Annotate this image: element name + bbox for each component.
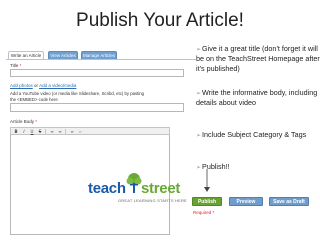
strike-button[interactable]: S bbox=[37, 129, 43, 134]
bold-button[interactable]: B bbox=[13, 129, 19, 134]
slide-title: Publish Your Article! bbox=[76, 10, 244, 31]
link-icon[interactable]: ∞ bbox=[69, 129, 75, 134]
italic-button[interactable]: I bbox=[21, 129, 27, 134]
embed-code-input[interactable] bbox=[10, 103, 184, 112]
preview-button[interactable]: Preview bbox=[229, 197, 263, 206]
list-item: ➢Write the informative body, including d… bbox=[196, 88, 318, 108]
list-item: ➢Include Subject Category & Tags bbox=[196, 130, 307, 139]
title-label: Title * bbox=[10, 63, 22, 68]
media-links: Add photos or Add a video/media bbox=[10, 83, 77, 88]
list-item: ➢Give it a great title (don’t forget it … bbox=[196, 44, 320, 73]
list-item: ➢Publish!! bbox=[196, 162, 230, 171]
tab-divider bbox=[6, 59, 196, 60]
arrow-bullet-icon: ➢ bbox=[196, 132, 202, 139]
bullet-list-icon[interactable]: ≡ bbox=[49, 129, 55, 134]
editor-toolbar: B I U S ≡ ≡ ∞ ∞ bbox=[10, 127, 170, 135]
title-input[interactable] bbox=[10, 69, 184, 77]
logo-tagline: GREAT LEARNING STARTS HERE bbox=[118, 198, 187, 203]
add-video-link[interactable]: Add a video/media bbox=[39, 83, 76, 88]
underline-button[interactable]: U bbox=[29, 129, 35, 134]
arrow-bullet-icon: ➢ bbox=[196, 90, 202, 97]
toolbar-separator bbox=[45, 129, 46, 134]
teachstreet-logo: teach street GREAT LEARNING STARTS HERE bbox=[88, 172, 196, 204]
arrow-bullet-icon: ➢ bbox=[196, 46, 202, 53]
article-body-label: Article Body * bbox=[10, 119, 38, 124]
logo-street: street bbox=[141, 180, 181, 197]
embed-help-line1: Add a YouTube video (or media like Slide… bbox=[10, 91, 145, 96]
logo-teach: teach bbox=[88, 180, 126, 197]
publish-button[interactable]: Publish bbox=[192, 197, 222, 206]
tab-manage-articles[interactable]: Manage Articles bbox=[81, 51, 117, 59]
unlink-icon[interactable]: ∞ bbox=[77, 129, 83, 134]
toolbar-separator bbox=[65, 129, 66, 134]
embed-help-line2: the <EMBED> code here bbox=[10, 97, 58, 102]
save-draft-button[interactable]: Save as Draft bbox=[269, 197, 309, 206]
add-photos-link[interactable]: Add photos bbox=[10, 83, 33, 88]
pointer-arrow-icon bbox=[204, 169, 210, 192]
tab-write-article[interactable]: Write an Article bbox=[8, 51, 44, 59]
numbered-list-icon[interactable]: ≡ bbox=[57, 129, 63, 134]
required-note: Required * bbox=[193, 210, 215, 215]
tab-view-articles[interactable]: View Articles bbox=[48, 51, 78, 59]
